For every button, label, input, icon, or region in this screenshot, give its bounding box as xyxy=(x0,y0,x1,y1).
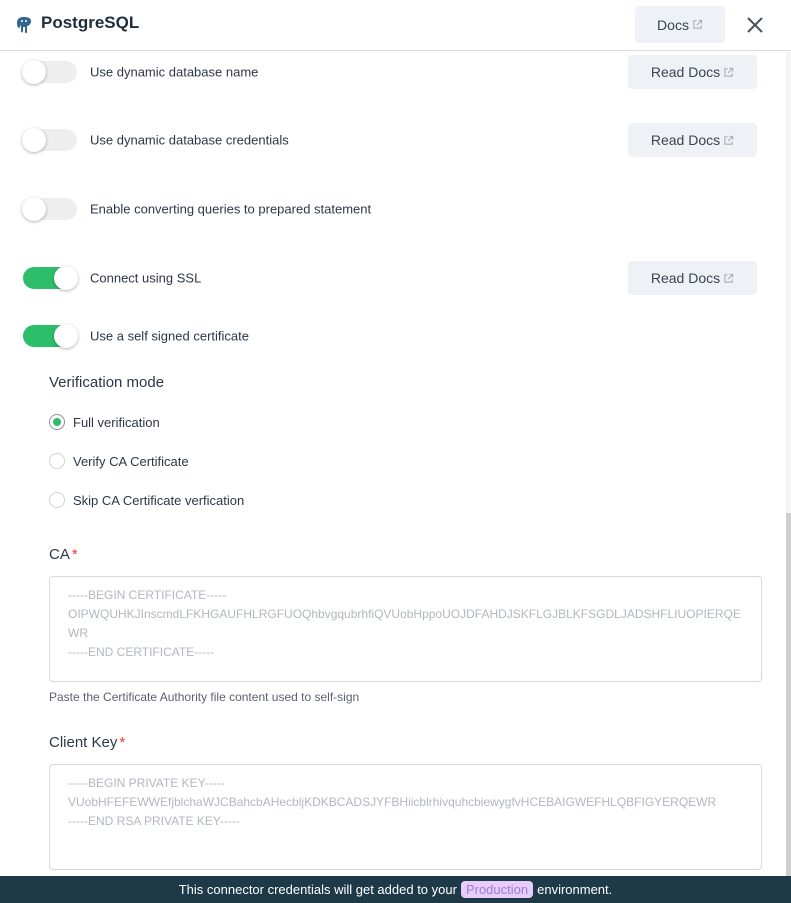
footer-text-after: environment. xyxy=(537,882,613,897)
environment-footer: This connector credentials will get adde… xyxy=(0,876,791,903)
toggle-knob xyxy=(54,324,78,348)
dynamic-db-credentials-toggle[interactable] xyxy=(22,128,77,152)
external-link-icon xyxy=(724,273,734,283)
form-content: Use dynamic database name Read Docs Use … xyxy=(0,52,786,876)
radio-button[interactable] xyxy=(49,453,65,469)
radio-button[interactable] xyxy=(49,414,65,430)
ssl-toggle[interactable] xyxy=(23,266,78,290)
required-mark: * xyxy=(71,546,78,563)
radio-button[interactable] xyxy=(49,492,65,508)
read-docs-label: Read Docs xyxy=(650,132,721,148)
toggle-label: Connect using SSL xyxy=(90,270,202,286)
scrollbar-thumb[interactable] xyxy=(786,513,791,876)
read-docs-button[interactable]: Read Docs xyxy=(628,261,757,295)
radio-full-verification[interactable]: Full verification xyxy=(49,413,160,431)
client-key-textarea[interactable] xyxy=(49,764,762,870)
toggle-knob xyxy=(22,128,46,152)
toggle-row-dynamic-db-credentials: Use dynamic database credentials Read Do… xyxy=(22,123,763,157)
toggle-label: Use dynamic database name xyxy=(90,64,259,80)
external-link-icon xyxy=(724,67,734,77)
read-docs-button[interactable]: Read Docs xyxy=(628,55,757,89)
external-link-icon xyxy=(693,19,703,29)
toggle-row-ssl: Connect using SSL Read Docs xyxy=(23,261,763,295)
external-link-icon xyxy=(724,135,734,145)
footer-text-before: This connector credentials will get adde… xyxy=(178,882,457,897)
required-mark: * xyxy=(119,734,126,751)
client-key-label-text: Client Key xyxy=(49,734,118,751)
toggle-knob xyxy=(22,60,46,84)
scrollbar[interactable] xyxy=(786,52,791,876)
client-key-label: Client Key * xyxy=(49,734,125,751)
self-signed-toggle[interactable] xyxy=(23,324,78,348)
docs-button[interactable]: Docs xyxy=(635,6,725,43)
toggle-row-prepared-statement: Enable converting queries to prepared st… xyxy=(22,192,763,226)
close-icon[interactable] xyxy=(743,13,767,37)
toggle-row-dynamic-db-name: Use dynamic database name Read Docs xyxy=(22,55,763,89)
radio-verify-ca[interactable]: Verify CA Certificate xyxy=(49,452,189,470)
toggle-knob xyxy=(54,266,78,290)
ca-helper-text: Paste the Certificate Authority file con… xyxy=(49,690,360,704)
radio-label: Skip CA Certificate verfication xyxy=(73,492,245,508)
read-docs-button[interactable]: Read Docs xyxy=(628,123,757,157)
postgresql-elephant-icon xyxy=(17,17,31,34)
verification-mode-title: Verification mode xyxy=(49,374,165,391)
dynamic-db-name-toggle[interactable] xyxy=(22,60,77,84)
ca-textarea[interactable] xyxy=(49,576,762,682)
environment-badge: Production xyxy=(460,881,534,898)
ca-label-text: CA xyxy=(49,546,70,563)
read-docs-label: Read Docs xyxy=(650,64,721,80)
prepared-statement-toggle[interactable] xyxy=(22,197,77,221)
toggle-label: Use dynamic database credentials xyxy=(90,132,289,148)
toggle-label: Use a self signed certificate xyxy=(90,328,249,344)
docs-button-label: Docs xyxy=(657,16,689,33)
radio-label: Verify CA Certificate xyxy=(73,453,189,469)
radio-label: Full verification xyxy=(73,414,160,430)
page-title: PostgreSQL xyxy=(41,13,140,32)
toggle-label: Enable converting queries to prepared st… xyxy=(90,201,372,217)
toggle-row-self-signed: Use a self signed certificate xyxy=(23,319,763,353)
modal-header: PostgreSQL Docs xyxy=(0,0,791,51)
ca-label: CA * xyxy=(49,546,78,563)
toggle-knob xyxy=(22,197,46,221)
radio-skip-ca[interactable]: Skip CA Certificate verfication xyxy=(49,491,244,509)
read-docs-label: Read Docs xyxy=(650,270,721,286)
